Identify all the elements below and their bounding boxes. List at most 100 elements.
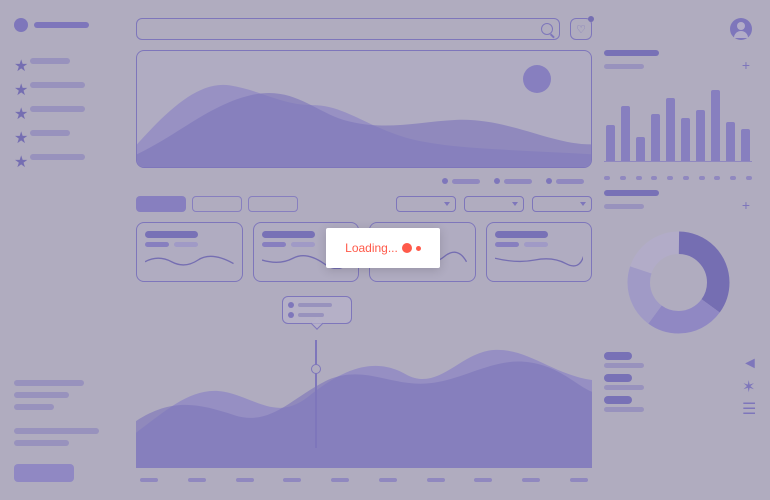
filter-dropdown-3[interactable] (532, 196, 592, 212)
stat-row: ◄ (604, 352, 752, 368)
sparkline-icon (145, 251, 234, 269)
gear-icon[interactable]: ✶ (742, 377, 752, 387)
axis-tick (427, 478, 445, 482)
footer-line (14, 440, 69, 446)
sidebar-item-label (30, 106, 85, 112)
sidebar-cta-button[interactable] (14, 464, 74, 482)
big-chart-svg (136, 292, 592, 468)
legend-dot-icon (288, 312, 294, 318)
add-widget-button[interactable]: + (740, 60, 752, 72)
search-input[interactable] (136, 18, 560, 40)
filter-dropdown-2[interactable] (464, 196, 524, 212)
sidebar-item-label (30, 130, 70, 136)
sidebar-item-5[interactable]: ★ (14, 152, 124, 162)
panel-title (604, 50, 659, 56)
legend-dot-icon (288, 302, 294, 308)
mini-bar-chart (604, 82, 752, 162)
panel-subtitle (604, 204, 644, 209)
sidebar-item-label (30, 154, 85, 160)
bar (711, 90, 720, 161)
brand-name (34, 22, 89, 28)
axis-tick (379, 478, 397, 482)
bar (726, 122, 735, 162)
chart-tooltip (282, 296, 352, 324)
add-widget-button[interactable]: + (740, 200, 752, 212)
axis-tick (140, 478, 158, 482)
sidebar-item-label (30, 82, 85, 88)
stat-card[interactable] (136, 222, 243, 282)
logo-icon (14, 18, 28, 32)
stat-card[interactable] (486, 222, 593, 282)
bar (666, 98, 675, 161)
star-icon: ★ (14, 152, 24, 162)
panel-1-header: + (604, 50, 752, 72)
legend-item (494, 178, 532, 184)
panel-title (604, 190, 659, 196)
axis-tick (474, 478, 492, 482)
stat-title (145, 231, 198, 238)
footer-line (14, 380, 84, 386)
bar (741, 129, 750, 161)
stats-summary: ◄ ✶ ☰ (604, 352, 752, 412)
hero-area-chart (136, 50, 592, 168)
sidebar-item-4[interactable]: ★ (14, 128, 124, 138)
footer-line (14, 404, 54, 410)
volume-icon: ◄ (742, 355, 752, 365)
sidebar-item-3[interactable]: ★ (14, 104, 124, 114)
stat-row: ☰ (604, 396, 752, 412)
date-chip-selected[interactable] (136, 196, 186, 212)
bar (681, 118, 690, 161)
hero-chart-svg (137, 51, 591, 167)
sidebar-item-1[interactable]: ★ (14, 56, 124, 66)
legend-dot-icon (442, 178, 448, 184)
loading-text: Loading... (345, 241, 398, 255)
search-icon (541, 23, 553, 35)
star-icon: ★ (14, 128, 24, 138)
user-avatar[interactable] (730, 18, 752, 40)
chart-marker-line (315, 340, 317, 448)
large-area-chart (136, 292, 592, 468)
brand (14, 18, 124, 32)
date-chip[interactable] (192, 196, 242, 212)
star-icon: ★ (14, 104, 24, 114)
right-panel: + + (604, 18, 752, 482)
loading-dot-icon (416, 246, 421, 251)
footer-line (14, 392, 69, 398)
axis-tick (236, 478, 254, 482)
topbar: ♡ (136, 18, 592, 40)
axis-tick (522, 478, 540, 482)
bar (696, 110, 705, 161)
sidebar-item-label (30, 58, 70, 64)
bar (636, 137, 645, 161)
stat-row: ✶ (604, 374, 752, 390)
sun-decoration-icon (523, 65, 551, 93)
stat-title (262, 231, 315, 238)
stat-label (604, 407, 644, 412)
stat-title (495, 231, 548, 238)
legend-item (546, 178, 584, 184)
legend-item (442, 178, 480, 184)
chart-marker-dot-icon (311, 364, 321, 374)
bar (606, 125, 615, 161)
axis-tick (283, 478, 301, 482)
star-icon: ★ (14, 56, 24, 66)
legend-dot-icon (546, 178, 552, 184)
date-chip[interactable] (248, 196, 298, 212)
axis-tick (188, 478, 206, 482)
bar-chart-axis (604, 176, 752, 180)
stat-value (604, 396, 632, 404)
loading-modal: Loading... (326, 228, 440, 268)
donut-svg (626, 230, 731, 335)
notification-dot-icon (588, 16, 594, 22)
axis-tick (331, 478, 349, 482)
stat-value (604, 352, 632, 360)
sidebar-item-2[interactable]: ★ (14, 80, 124, 90)
bar (651, 114, 660, 161)
bell-icon: ♡ (576, 23, 586, 36)
users-icon: ☰ (742, 399, 752, 409)
notifications-button[interactable]: ♡ (570, 18, 592, 40)
sparkline-icon (495, 251, 584, 269)
filter-dropdown-1[interactable] (396, 196, 456, 212)
sidebar-footer (14, 380, 124, 482)
filter-bar (136, 196, 592, 212)
